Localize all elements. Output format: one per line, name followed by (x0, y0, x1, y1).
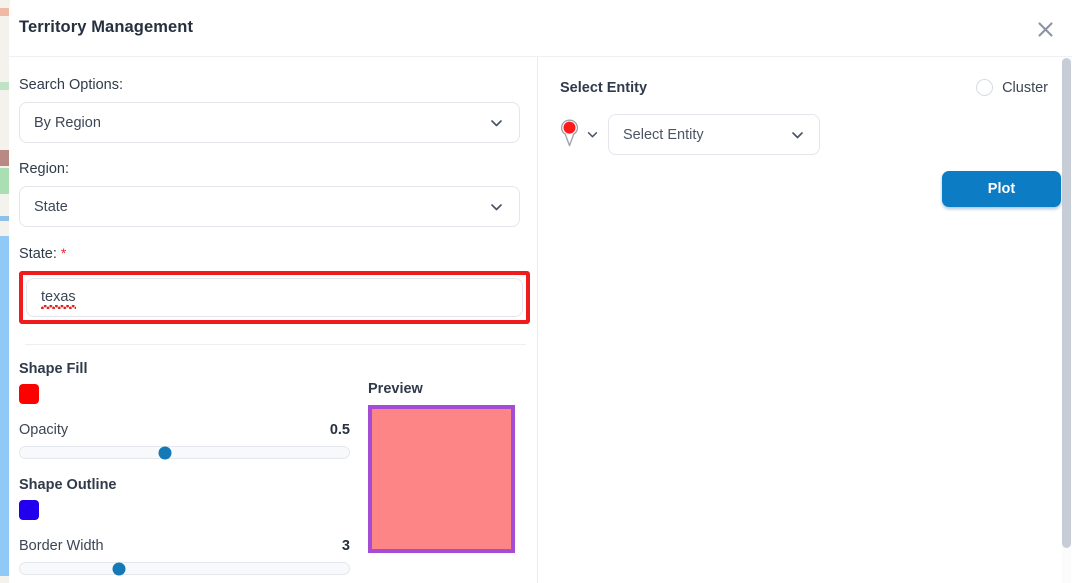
border-width-slider[interactable] (19, 562, 350, 575)
opacity-value: 0.5 (329, 422, 350, 438)
chevron-down-icon (585, 127, 600, 142)
preview-label: Preview (368, 381, 423, 397)
opacity-slider-thumb[interactable] (158, 446, 172, 459)
search-options-value: By Region (34, 114, 101, 131)
cluster-label: Cluster (1002, 79, 1048, 96)
page-root: Territory Management Search Options: By … (0, 0, 1072, 583)
entity-select-value: Select Entity (623, 126, 704, 143)
entity-select[interactable]: Select Entity (608, 114, 820, 155)
entity-panel-header: Select Entity Cluster (560, 79, 1048, 96)
region-value: State (34, 198, 68, 215)
cluster-radio[interactable]: Cluster (976, 79, 1048, 96)
shape-fill-color-swatch[interactable] (19, 384, 39, 404)
state-label: State: * (19, 245, 519, 262)
map-pin-icon (560, 119, 579, 150)
state-input-error-outline: texas (19, 271, 530, 324)
territory-management-dialog: Territory Management Search Options: By … (9, 0, 1072, 583)
vertical-scrollbar-thumb[interactable] (1062, 58, 1071, 548)
shape-fill-label: Shape Fill (19, 361, 88, 377)
select-entity-title: Select Entity (560, 79, 648, 96)
state-input[interactable]: texas (26, 278, 523, 317)
search-options-panel: Search Options: By Region Region: State (9, 57, 537, 583)
opacity-row: Opacity 0.5 (19, 422, 350, 438)
border-width-slider-thumb[interactable] (112, 562, 126, 575)
state-label-text: State: (19, 246, 57, 262)
close-icon[interactable] (1030, 14, 1060, 44)
preview-section: Preview (368, 381, 515, 553)
state-input-value: texas (41, 289, 76, 309)
section-divider (25, 344, 526, 345)
region-label: Region: (19, 161, 69, 177)
page-title: Territory Management (19, 18, 194, 36)
region-select[interactable]: State (19, 186, 520, 227)
chevron-down-icon (488, 114, 505, 131)
shape-outline-color-swatch[interactable] (19, 500, 39, 520)
entity-row: Select Entity (560, 114, 1048, 155)
border-width-row: Border Width 3 (19, 538, 350, 554)
required-marker: * (60, 245, 67, 261)
search-options-label: Search Options: (19, 77, 123, 93)
marker-style-picker[interactable] (560, 119, 600, 150)
radio-icon[interactable] (976, 79, 994, 96)
border-width-value: 3 (341, 538, 350, 554)
search-options-select[interactable]: By Region (19, 102, 520, 143)
border-width-label: Border Width (19, 538, 104, 554)
dialog-body: Search Options: By Region Region: State (9, 57, 1072, 583)
opacity-label: Opacity (19, 422, 69, 438)
entity-panel: Select Entity Cluster Select Entity Plot (538, 57, 1072, 583)
chevron-down-icon (488, 198, 505, 215)
shape-preview-box (368, 405, 515, 553)
chevron-down-icon (789, 126, 806, 143)
plot-button[interactable]: Plot (942, 171, 1061, 207)
dialog-header: Territory Management (9, 0, 1072, 57)
opacity-slider[interactable] (19, 446, 350, 459)
